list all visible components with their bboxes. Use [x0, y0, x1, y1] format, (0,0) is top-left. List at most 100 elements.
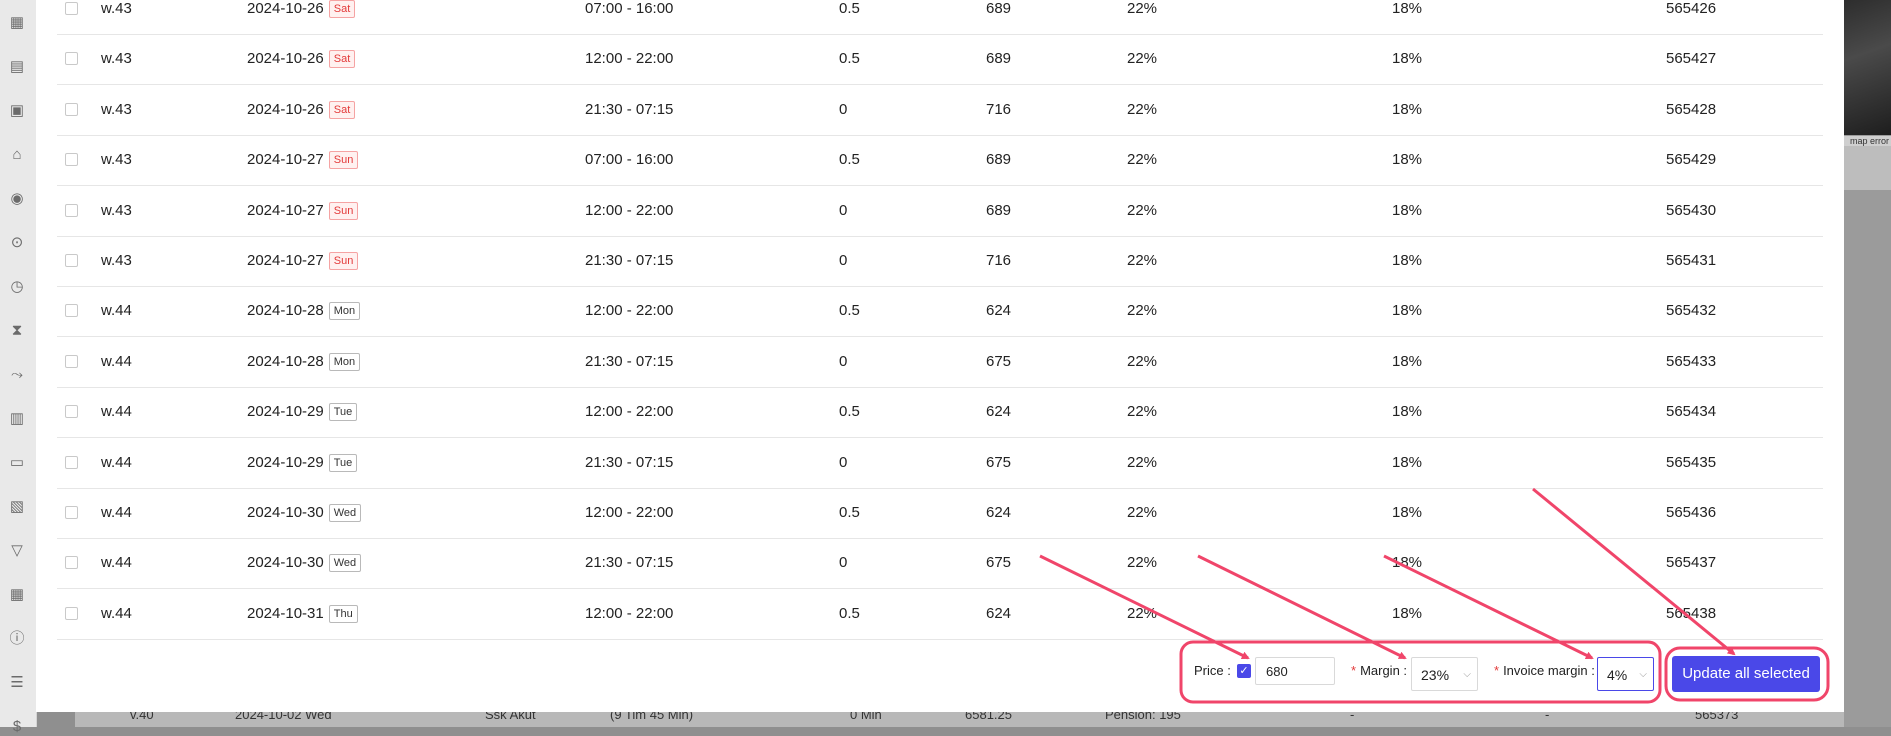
required-mark: *: [1351, 663, 1357, 678]
date-cell: 2024-10-27 Sun: [247, 135, 359, 185]
margin-cell: 22%: [1127, 50, 1158, 68]
time-cell: 12:00 - 22:00: [585, 604, 674, 622]
weekday-badge: Mon: [328, 352, 361, 371]
row-checkbox[interactable]: [65, 455, 78, 469]
table-row[interactable]: w.43 2024-10-27 Sun 12:00 - 22:00 0 689 22% 18%…: [57, 186, 1823, 237]
row-checkbox[interactable]: [65, 405, 78, 419]
invoice-margin-cell: 18%: [1392, 302, 1423, 320]
weekday-badge: Thu: [328, 604, 358, 623]
time-cell: 12:00 - 22:00: [585, 201, 674, 219]
dollar-icon[interactable]: $: [8, 718, 26, 736]
background-cell: 0 Min: [850, 712, 882, 722]
factor-cell: 0: [839, 453, 848, 471]
weekday-badge: Tue: [328, 403, 358, 422]
invoice-icon[interactable]: ▧: [8, 498, 26, 516]
row-checkbox[interactable]: [65, 606, 78, 620]
background-cell: (9 Tim 45 Min): [610, 712, 694, 722]
row-checkbox[interactable]: [65, 52, 78, 66]
invoice-margin-select-value: 4%: [1607, 667, 1628, 683]
table-row[interactable]: w.44 2024-10-28 Mon 12:00 - 22:00 0.5 624 22% 1…: [57, 286, 1823, 338]
invoice-margin-cell: 18%: [1392, 100, 1423, 118]
table-row[interactable]: w.44 2024-10-29 Tue 21:30 - 07:15 0 675 22% 18%…: [57, 438, 1823, 489]
date-cell: 2024-10-28 Mon: [247, 337, 361, 387]
margin-cell: 22%: [1127, 151, 1158, 169]
list-icon[interactable]: ☰: [8, 674, 26, 692]
calendar-icon[interactable]: ▦: [8, 14, 26, 32]
factor-cell: 0: [839, 252, 848, 269]
briefcase-icon[interactable]: ▣: [8, 102, 26, 120]
time-cell: 07:00 - 16:00: [585, 151, 674, 169]
margin-cell: 22%: [1127, 201, 1158, 219]
shift-id-cell: 565433: [1666, 352, 1717, 370]
table-row[interactable]: w.44 2024-10-29 Tue 12:00 - 22:00 0.5 624 22% 1…: [57, 387, 1823, 439]
table-row[interactable]: w.43 2024-10-27 Sun 21:30 - 07:15 0 716 22% 18%…: [57, 236, 1823, 287]
margin-label-wrap: * Margin :: [1351, 663, 1407, 678]
background-cell: Ssk Akut: [485, 712, 536, 722]
table-row[interactable]: w.44 2024-10-30 Wed 12:00 - 22:00 0.5 624 22% 1…: [57, 488, 1823, 539]
week-cell: w.43: [101, 151, 132, 169]
map-thumbnail: [1844, 0, 1891, 135]
home-icon[interactable]: ⌂: [8, 146, 26, 164]
margin-cell: 22%: [1127, 604, 1158, 622]
margin-select[interactable]: 23% ⌵: [1411, 657, 1478, 691]
filter-icon[interactable]: ▽: [8, 542, 26, 560]
factor-cell: 0.5: [839, 0, 860, 17]
shift-id-cell: 565430: [1666, 201, 1717, 219]
time-cell: 21:30 - 07:15: [585, 453, 674, 471]
price-checkbox[interactable]: ✓: [1237, 664, 1251, 678]
table-row[interactable]: w.43 2024-10-26 Sat 07:00 - 16:00 0.5 689 22% 1…: [57, 0, 1823, 35]
row-checkbox[interactable]: [65, 2, 78, 15]
row-checkbox[interactable]: [65, 506, 78, 519]
shift-id-cell: 565434: [1666, 403, 1717, 421]
date-cell: 2024-10-27 Sun: [247, 186, 359, 236]
row-checkbox[interactable]: [65, 304, 78, 318]
weekday-badge: Wed: [328, 554, 362, 573]
table-row[interactable]: w.43 2024-10-26 Sat 21:30 - 07:15 0 716 22% 18%…: [57, 85, 1823, 136]
price-cell: 624: [986, 604, 1012, 622]
clock-icon[interactable]: ◷: [8, 278, 26, 296]
price-input[interactable]: 680: [1255, 657, 1335, 685]
margin-cell: 22%: [1127, 0, 1158, 17]
table-row[interactable]: w.44 2024-10-30 Wed 21:30 - 07:15 0 675 22% 18%…: [57, 538, 1823, 590]
factor-cell: 0.5: [839, 604, 860, 622]
row-checkbox[interactable]: [65, 203, 78, 217]
grid-icon[interactable]: ▦: [8, 586, 26, 604]
route-icon[interactable]: ⤳: [8, 366, 26, 384]
update-all-selected-button[interactable]: Update all selected: [1672, 656, 1820, 692]
price-cell: 675: [986, 554, 1012, 572]
margin-label: Margin :: [1360, 663, 1408, 678]
invoice-margin-cell: 18%: [1392, 554, 1423, 572]
weekday-badge: Sat: [328, 0, 356, 18]
table-row[interactable]: w.44 2024-10-28 Mon 21:30 - 07:15 0 675 22% 18%…: [57, 337, 1823, 388]
shift-id-cell: 565431: [1666, 252, 1717, 269]
factor-cell: 0.5: [839, 151, 860, 169]
invoice-margin-select[interactable]: 4% ⌵: [1597, 657, 1654, 691]
weekday-badge: Sun: [328, 151, 359, 170]
invoice-margin-cell: 18%: [1392, 604, 1423, 622]
price-cell: 716: [986, 100, 1012, 118]
background-cell: -: [1350, 712, 1355, 722]
shift-id-cell: 565436: [1666, 504, 1717, 521]
hourglass-icon[interactable]: ⧗: [8, 322, 26, 340]
location-icon[interactable]: ⊙: [8, 234, 26, 252]
table-row[interactable]: w.43 2024-10-26 Sat 12:00 - 22:00 0.5 689 22% 1…: [57, 34, 1823, 86]
price-cell: 624: [986, 302, 1012, 320]
user-icon[interactable]: ◉: [8, 190, 26, 208]
table-row[interactable]: w.44 2024-10-31 Thu 12:00 - 22:00 0.5 624 22% 1…: [57, 589, 1823, 640]
row-checkbox[interactable]: [65, 102, 78, 116]
row-checkbox[interactable]: [65, 354, 78, 368]
info-icon[interactable]: ⓘ: [8, 630, 26, 648]
week-cell: w.44: [101, 403, 132, 421]
invoice-margin-cell: 18%: [1392, 504, 1423, 521]
row-checkbox[interactable]: [65, 556, 78, 570]
document-icon[interactable]: ▤: [8, 58, 26, 76]
price-cell: 624: [986, 504, 1012, 521]
report-icon[interactable]: ▥: [8, 410, 26, 428]
row-checkbox[interactable]: [65, 254, 78, 267]
date-cell: 2024-10-28 Mon: [247, 286, 361, 336]
margin-cell: 22%: [1127, 302, 1158, 320]
time-cell: 12:00 - 22:00: [585, 504, 674, 521]
row-checkbox[interactable]: [65, 153, 78, 167]
wallet-icon[interactable]: ▭: [8, 454, 26, 472]
table-row[interactable]: w.43 2024-10-27 Sun 07:00 - 16:00 0.5 689 22% 1…: [57, 135, 1823, 187]
